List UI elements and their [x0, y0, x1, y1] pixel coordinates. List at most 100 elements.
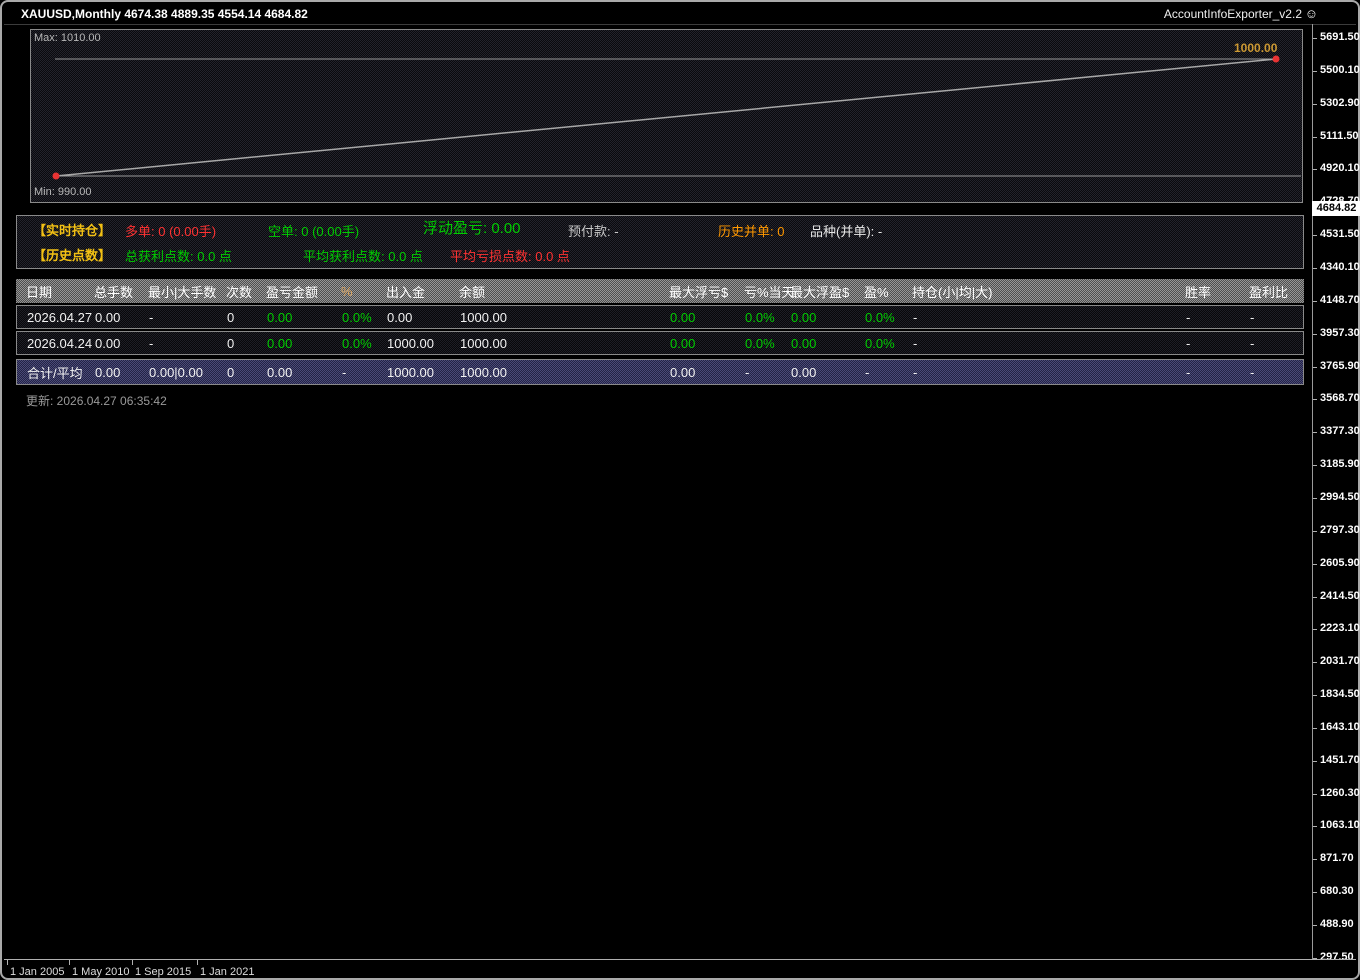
price-tick-label: 2414.50	[1320, 590, 1360, 602]
chart-area[interactable]: Max: 1010.00 1000.00 Min: 990.00 【实时持仓】 …	[4, 25, 1312, 959]
price-tick-mark	[1313, 826, 1317, 827]
table-cell: 0.00	[791, 365, 865, 380]
price-tick-label: 297.50	[1320, 951, 1354, 963]
price-tick-label: 5500.10	[1320, 64, 1360, 76]
table-cell: 0.00	[670, 365, 745, 380]
table-cell: -	[1186, 310, 1250, 325]
time-tick-mark	[132, 960, 133, 965]
table-cell: 1000.00	[460, 336, 670, 351]
price-tick-mark	[1313, 498, 1317, 499]
start-point-dot	[53, 173, 60, 180]
price-tick-label: 4920.10	[1320, 162, 1360, 174]
time-tick-label: 1 May 2010	[72, 966, 129, 978]
table-cell: 持仓(小|均|大)	[912, 282, 1185, 301]
time-tick-mark	[197, 960, 198, 965]
table-cell: 盈亏金额	[266, 282, 341, 301]
price-tick-label: 4531.50	[1320, 228, 1360, 240]
table-cell: -	[1250, 336, 1295, 351]
price-tick-label: 2223.10	[1320, 622, 1360, 634]
price-tick-label: 1451.70	[1320, 754, 1360, 766]
update-timestamp: 更新: 2026.04.27 06:35:42	[26, 392, 167, 409]
equity-curve-chart	[31, 30, 1302, 202]
price-tick-mark	[1313, 137, 1317, 138]
price-tick-label: 1643.10	[1320, 721, 1360, 733]
table-cell: 最大浮亏$	[669, 282, 744, 301]
price-tick-label: 680.30	[1320, 885, 1354, 897]
price-tick-mark	[1313, 662, 1317, 663]
price-tick-label: 1260.30	[1320, 787, 1360, 799]
price-tick-label: 3568.70	[1320, 392, 1360, 404]
table-cell: 0.0%	[745, 336, 791, 351]
table-cell: 1000.00	[460, 365, 670, 380]
price-tick-label: 488.90	[1320, 918, 1354, 930]
table-cell: 0.00	[95, 310, 149, 325]
table-cell: 次数	[226, 282, 266, 301]
price-tick-mark	[1313, 794, 1317, 795]
table-cell: 胜率	[1185, 282, 1249, 301]
table-cell: %	[341, 284, 386, 299]
price-tick-mark	[1313, 629, 1317, 630]
time-axis[interactable]: 1 Jan 20051 May 20101 Sep 20151 Jan 2021	[4, 960, 1310, 980]
table-cell: -	[1250, 365, 1295, 380]
total-profit-points-label: 总获利点数: 0.0 点	[125, 249, 232, 265]
price-tick-mark	[1313, 334, 1317, 335]
table-cell: -	[745, 365, 791, 380]
price-tick-mark	[1313, 367, 1317, 368]
price-tick-mark	[1313, 432, 1317, 433]
floating-pl-label: 浮动盈亏: 0.00	[423, 221, 521, 237]
price-tick-mark	[1313, 301, 1317, 302]
price-tick-mark	[1313, 892, 1317, 893]
table-cell: -	[913, 365, 1186, 380]
price-tick-mark	[1313, 728, 1317, 729]
table-cell: 0.00	[670, 336, 745, 351]
table-cell: 0.00	[387, 310, 460, 325]
table-cell: 0.00	[267, 310, 342, 325]
history-points-title: 【历史点数】	[33, 248, 111, 264]
table-cell: 1000.00	[460, 310, 670, 325]
price-tick-mark	[1313, 235, 1317, 236]
table-cell: 0.0%	[865, 310, 913, 325]
price-tick-mark	[1313, 268, 1317, 269]
table-cell: 0.00	[670, 310, 745, 325]
history-merged-label: 历史并单: 0	[718, 224, 784, 240]
time-tick-label: 1 Jan 2021	[200, 966, 254, 978]
last-value-label: 1000.00	[1234, 41, 1277, 55]
avg-profit-points-label: 平均获利点数: 0.0 点	[303, 249, 423, 265]
account-info-panel: 【实时持仓】 多单: 0 (0.00手) 空单: 0 (0.00手) 浮动盈亏:…	[16, 215, 1304, 269]
table-cell: 盈利比	[1249, 282, 1294, 301]
table-row: 2026.04.240.00-00.000.0%1000.001000.000.…	[16, 331, 1304, 355]
price-tick-label: 1063.10	[1320, 819, 1360, 831]
table-header-row: 日期总手数最小|大手数次数盈亏金额%出入金余额最大浮亏$亏%当天最大浮盈$盈%持…	[16, 279, 1304, 303]
table-cell: 0.00	[267, 336, 342, 351]
table-cell: 1000.00	[387, 365, 460, 380]
price-tick-label: 2994.50	[1320, 491, 1360, 503]
price-tick-mark	[1313, 859, 1317, 860]
price-tick-label: 5691.50	[1320, 31, 1360, 43]
price-axis[interactable]: 5691.505500.105302.905111.504920.104728.…	[1312, 24, 1360, 959]
table-cell: 最小|大手数	[148, 282, 226, 301]
table-cell: 总手数	[94, 282, 148, 301]
table-cell: 1000.00	[387, 336, 460, 351]
table-cell: 0.0%	[745, 310, 791, 325]
price-tick-mark	[1313, 695, 1317, 696]
table-cell: 盈%	[864, 282, 912, 301]
indicator-name: AccountInfoExporter_v2.2	[1164, 7, 1302, 21]
table-summary-row: 合计/平均0.000.00|0.0000.00-1000.001000.000.…	[16, 359, 1304, 385]
table-cell: -	[913, 310, 1186, 325]
short-orders-label: 空单: 0 (0.00手)	[268, 224, 359, 240]
long-orders-label: 多单: 0 (0.00手)	[125, 224, 216, 240]
equity-line	[56, 59, 1276, 176]
table-cell: 0.00	[791, 310, 865, 325]
table-row: 2026.04.270.00-00.000.0%0.001000.000.000…	[16, 305, 1304, 329]
max-label: Max: 1010.00	[34, 32, 101, 44]
price-tick-mark	[1313, 71, 1317, 72]
price-tick-mark	[1313, 564, 1317, 565]
table-cell: -	[1250, 310, 1295, 325]
smiley-icon: ☺	[1305, 6, 1318, 21]
realtime-position-title: 【实时持仓】	[33, 223, 111, 239]
table-cell: 0.0%	[342, 310, 387, 325]
price-tick-mark	[1313, 38, 1317, 39]
terminal-window: XAUUSD,Monthly 4674.38 4889.35 4554.14 4…	[0, 0, 1360, 980]
table-cell: 出入金	[386, 282, 459, 301]
table-cell: 日期	[26, 282, 94, 301]
